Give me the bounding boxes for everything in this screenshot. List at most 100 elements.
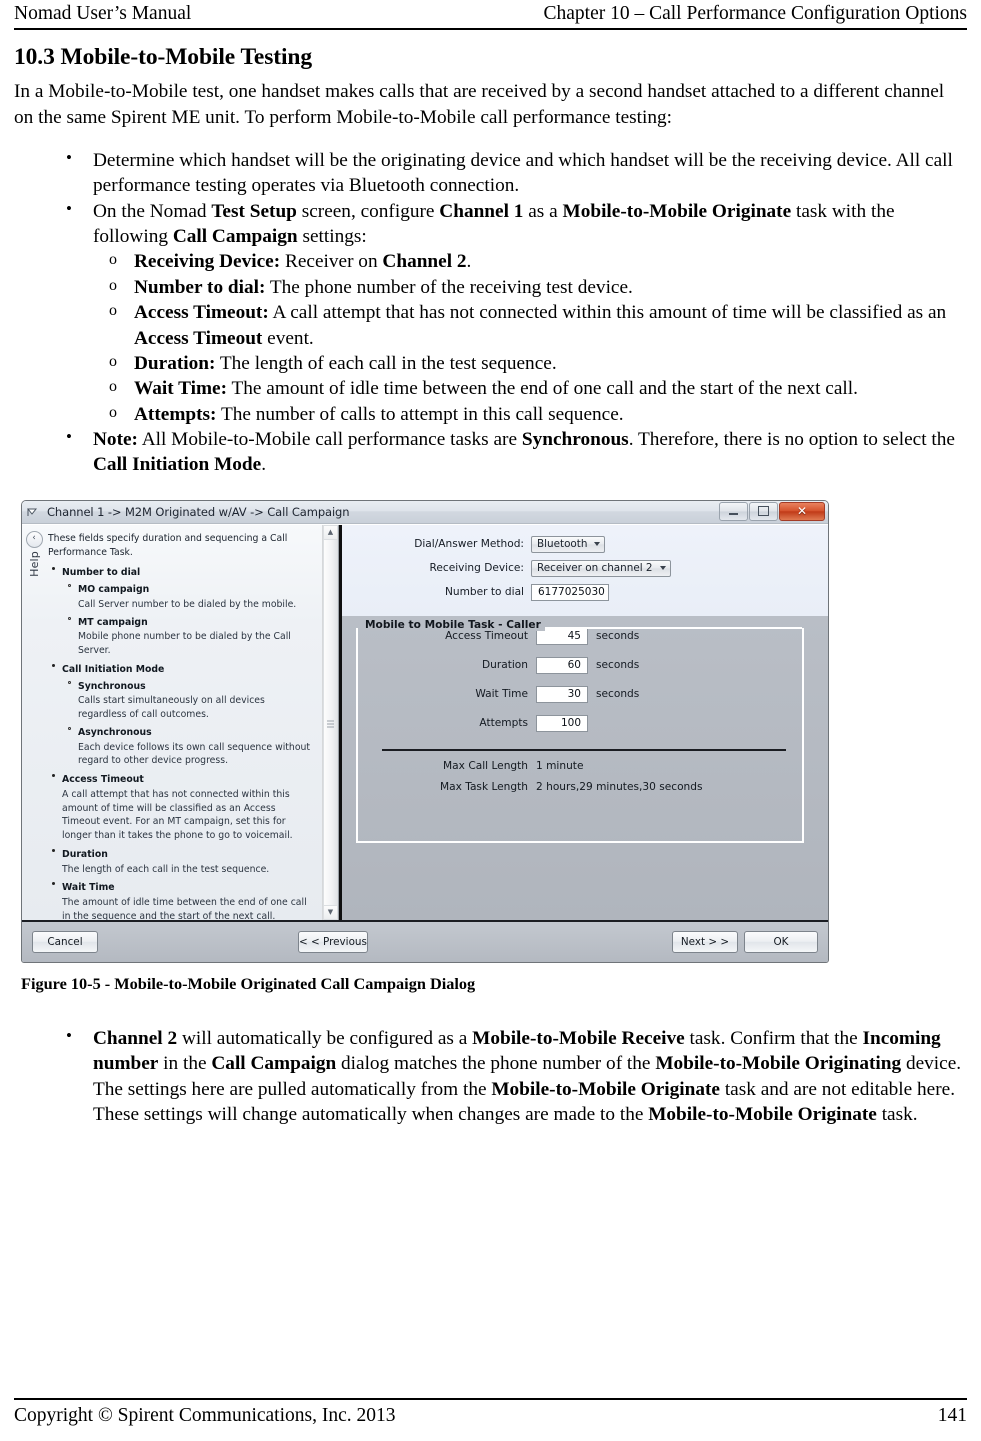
help-content: These fields specify duration and sequen…	[46, 525, 322, 920]
form-pane: Dial/Answer Method: Bluetooth Receiving …	[342, 524, 828, 920]
sub-bullet-duration: o Duration: The length of each call in t…	[93, 351, 967, 376]
sub-bullet-circle-icon: o	[109, 302, 117, 320]
dial-answer-method-select[interactable]: Bluetooth	[531, 535, 606, 553]
sub-text-a: The phone number of the receiving test d…	[265, 276, 633, 298]
close-button[interactable]: ✕	[779, 501, 825, 521]
scroll-down-arrow-icon[interactable]: ▼	[323, 904, 338, 920]
help-subtopic: Asynchronous Each device follows its own…	[68, 726, 316, 768]
help-topic: Number to dial MO campaign Call Server n…	[52, 566, 316, 658]
tail-text-1: will automatically be configured as a	[177, 1027, 473, 1049]
dial-answer-method-label: Dial/Answer Method:	[414, 538, 524, 551]
help-bullet-icon	[52, 774, 55, 778]
help-tab-label: Help	[27, 550, 41, 577]
scrollbar-thumb[interactable]	[323, 539, 338, 905]
bullet-test-setup: • On the Nomad Test Setup screen, config…	[14, 199, 967, 427]
scrollbar-grip-icon	[327, 719, 334, 728]
tail-bold-7: Mobile-to-Mobile Originate	[648, 1103, 877, 1125]
window-controls: ✕	[719, 501, 825, 521]
receiving-device-select[interactable]: Receiver on channel 2	[531, 559, 671, 577]
scroll-up-arrow-icon[interactable]: ▲	[323, 524, 338, 540]
max-task-length-value: 2 hours,29 minutes,30 seconds	[536, 780, 703, 793]
duration-units: seconds	[596, 659, 640, 672]
page-number: 141	[937, 1405, 967, 1426]
help-topic-desc: The length of each call in the test sequ…	[62, 863, 270, 875]
previous-button[interactable]: < < Previous	[298, 930, 368, 953]
max-call-length-row: Max Call Length 1 minute	[358, 760, 802, 772]
bullet-dot-icon: •	[66, 427, 72, 447]
help-subbullet-icon	[68, 584, 71, 588]
sub-term: Access Timeout:	[134, 302, 269, 324]
help-topic-list: Number to dial MO campaign Call Server n…	[48, 566, 316, 920]
help-subtopic: MO campaign Call Server number to be dia…	[68, 583, 316, 612]
document-page: Nomad User’s Manual Chapter 10 – Call Pe…	[0, 0, 981, 1441]
wait-time-input[interactable]: 30	[536, 685, 588, 703]
help-subtopic: MT campaign Mobile phone number to be di…	[68, 616, 316, 658]
back-chevron-icon[interactable]: ‹	[25, 530, 43, 548]
dialog-body: ‹ Help These fields specify duration and…	[22, 523, 828, 920]
help-subtopic-list: Synchronous Calls start simultaneously o…	[62, 680, 316, 769]
number-to-dial-input[interactable]: 6177025030	[531, 583, 609, 601]
receiving-device-label: Receiving Device:	[429, 562, 524, 575]
sub-term: Attempts:	[134, 403, 217, 425]
dialog-titlebar: Channel 1 -> M2M Originated w/AV -> Call…	[22, 500, 828, 524]
call-campaign-dialog: Channel 1 -> M2M Originated w/AV -> Call…	[21, 499, 829, 963]
help-subtopic-title: MO campaign	[78, 584, 150, 596]
sub-bullet-circle-icon: o	[109, 276, 117, 294]
cancel-button[interactable]: Cancel	[32, 930, 98, 953]
sub-bullet-list: o Receiving Device: Receiver on Channel …	[93, 249, 967, 427]
sub-term: Number to dial:	[134, 276, 266, 298]
minimize-button[interactable]	[719, 501, 748, 521]
figure-dialog-screenshot: Channel 1 -> M2M Originated w/AV -> Call…	[21, 499, 829, 963]
attempts-input[interactable]: 100	[536, 714, 588, 732]
bullet-channel-2: • Channel 2 will automatically be config…	[14, 1026, 967, 1128]
help-subtopic-title: Asynchronous	[78, 726, 152, 738]
duration-input[interactable]: 60	[536, 656, 588, 674]
sub-text-c: event.	[262, 327, 314, 349]
sub-bullet-circle-icon: o	[109, 403, 117, 421]
copyright-text: Copyright © Spirent Communications, Inc.…	[14, 1405, 396, 1426]
wait-time-row: Wait Time 30 seconds	[358, 685, 802, 703]
chevron-down-icon	[659, 566, 666, 571]
sub-text-c: .	[466, 251, 472, 273]
help-tab[interactable]: ‹ Help	[22, 525, 46, 920]
sub-term: Receiving Device:	[134, 251, 281, 273]
help-bullet-icon	[52, 567, 55, 571]
bullet-dot-icon: •	[66, 147, 72, 167]
sub-text-a: The number of calls to attempt in this c…	[216, 403, 624, 425]
tail-text-2: task. Confirm that the	[684, 1027, 863, 1049]
help-topic-title: Wait Time	[62, 882, 115, 894]
sub-term: Wait Time:	[134, 378, 228, 400]
group-top-border	[543, 626, 802, 629]
page-footer: Copyright © Spirent Communications, Inc.…	[14, 1398, 967, 1427]
top-settings-rows: Dial/Answer Method: Bluetooth Receiving …	[342, 524, 828, 616]
tail-bold-1: Channel 2	[93, 1027, 178, 1049]
figure-caption: Figure 10-5 - Mobile-to-Mobile Originate…	[21, 973, 476, 993]
help-scrollbar[interactable]: ▲ ▼	[322, 524, 338, 920]
main-bullet-list: • Determine which handset will be the or…	[14, 148, 967, 478]
group-divider	[382, 748, 786, 751]
access-timeout-units: seconds	[596, 630, 640, 643]
header-manual-title: Nomad User’s Manual	[14, 3, 192, 24]
bullet-bold-test-setup: Test Setup	[211, 200, 297, 222]
help-intro: These fields specify duration and sequen…	[48, 532, 288, 558]
note-text-p1: All Mobile-to-Mobile call performance ta…	[137, 429, 522, 451]
access-timeout-label: Access Timeout	[445, 630, 528, 643]
header-chapter-title: Chapter 10 – Call Performance Configurat…	[543, 3, 968, 24]
dial-answer-method-value: Bluetooth	[537, 538, 588, 551]
help-subtopic-desc: Mobile phone number to be dialed by the …	[78, 631, 291, 657]
tail-text-3: in the	[158, 1053, 212, 1075]
receiving-device-value: Receiver on channel 2	[537, 562, 653, 575]
help-subbullet-icon	[68, 680, 71, 684]
sub-bullet-wait-time: o Wait Time: The amount of idle time bet…	[93, 376, 967, 401]
duration-label: Duration	[481, 659, 528, 672]
dialog-footer: Cancel < < Previous Next > > OK	[22, 919, 828, 962]
tail-bold-2: Mobile-to-Mobile Receive	[472, 1027, 685, 1049]
bullet-text-p1: On the Nomad	[93, 200, 212, 222]
maximize-button[interactable]	[749, 501, 778, 521]
app-logo-icon	[26, 505, 43, 519]
next-button[interactable]: Next > >	[672, 930, 738, 953]
bullet-determine-handset: • Determine which handset will be the or…	[14, 148, 967, 199]
max-call-length-value: 1 minute	[536, 759, 584, 772]
ok-button[interactable]: OK	[744, 930, 818, 953]
help-topic-title: Access Timeout	[62, 774, 144, 786]
